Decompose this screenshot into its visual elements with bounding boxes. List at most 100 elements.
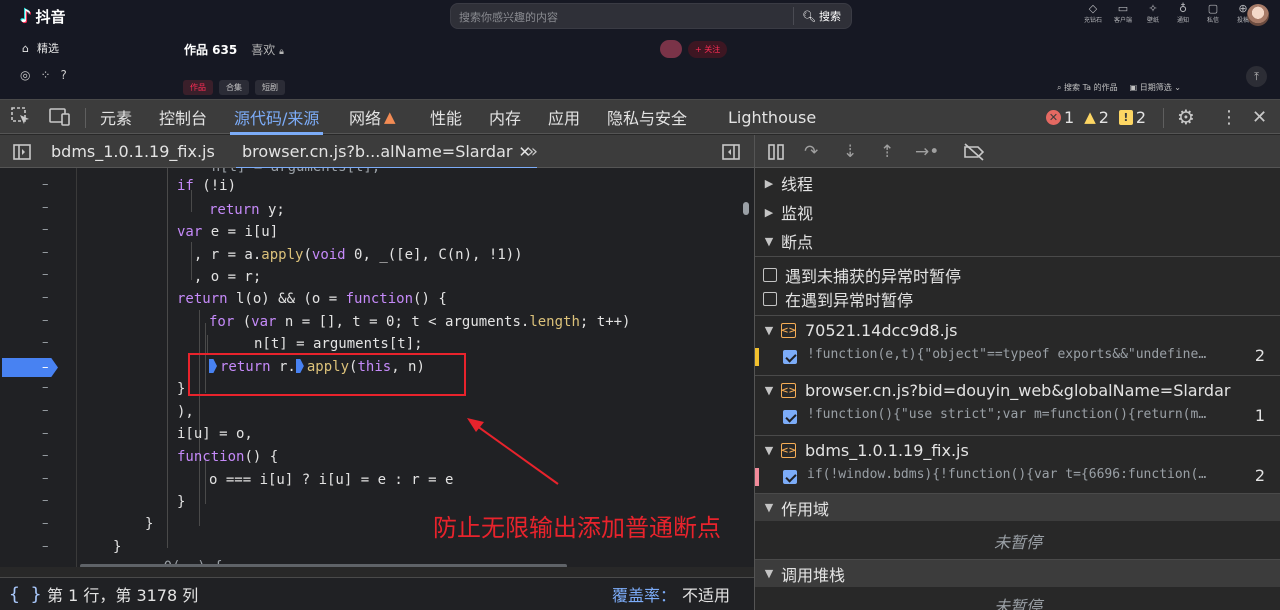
tab-memory[interactable]: 内存 — [489, 100, 521, 134]
breakpoint-entry[interactable]: !function(){"use strict";var m=function(… — [755, 402, 1280, 432]
target-icon[interactable]: ◎ — [20, 68, 30, 82]
breakpoint-checkbox[interactable] — [783, 410, 797, 424]
diamond-icon: ◇ — [1088, 2, 1098, 15]
pause-caught-checkbox[interactable]: 在遇到异常时暂停 — [763, 287, 913, 311]
issue-counters[interactable]: ✕ 1 ▲ 2 ! 2 — [1046, 100, 1146, 134]
section-watch[interactable]: ▶ 监视 — [755, 198, 1280, 226]
vertical-scrollbar[interactable] — [743, 202, 749, 215]
tab-likes[interactable]: 喜欢 🔒︎ — [251, 41, 284, 58]
gutter-line[interactable]: – — [0, 332, 77, 355]
gutter-line[interactable]: – — [0, 174, 77, 197]
search-button[interactable]: 🔍︎ 搜索 — [793, 7, 847, 25]
bp-file-header[interactable]: ▼ <> bdms_1.0.1.19_fix.js — [755, 435, 1280, 465]
top-icon-message[interactable]: ▢ 私信 — [1198, 2, 1228, 30]
pause-icon[interactable] — [767, 135, 785, 168]
follow-button[interactable]: + 关注 — [688, 40, 728, 58]
coverage-status[interactable]: 覆盖率： 不适用 — [612, 582, 730, 606]
code-editor[interactable]: – – – – – – – – – – – – – – – – – if (!i… — [0, 168, 754, 567]
more-tabs-icon[interactable]: » — [527, 135, 538, 168]
sidebar-item-featured[interactable]: ⌂ 精选 — [22, 40, 59, 56]
gutter-line[interactable]: – — [0, 513, 77, 536]
subtab-collections[interactable]: 合集 — [219, 80, 249, 95]
top-icon-notify[interactable]: ♁ 通知 — [1168, 2, 1198, 30]
step-icon[interactable]: →• — [915, 135, 939, 168]
gutter-line[interactable]: – — [0, 423, 77, 446]
gutter-line[interactable]: – — [0, 490, 77, 513]
toggle-debugger-icon[interactable] — [721, 135, 741, 168]
gutter-line[interactable]: – — [0, 242, 77, 265]
tab-lighthouse[interactable]: Lighthouse — [728, 100, 816, 134]
pretty-print-icon[interactable]: { } — [9, 584, 42, 605]
breakpoint-line: 1 — [1254, 406, 1265, 425]
top-icon-label: 私信 — [1206, 17, 1219, 24]
more-options-icon[interactable]: ⋮ — [1220, 100, 1238, 134]
top-icon-wallpaper[interactable]: ✧ 壁纸 — [1138, 2, 1168, 30]
gutter-line[interactable]: – — [0, 264, 77, 287]
grid-icon[interactable]: ⁘ — [40, 68, 50, 82]
code-token: for — [209, 314, 235, 330]
search-input[interactable] — [459, 8, 789, 26]
gutter-line[interactable]: – — [0, 400, 77, 423]
tab-sources[interactable]: 源代码/来源 — [229, 100, 324, 135]
toggle-navigator-icon[interactable] — [12, 135, 32, 168]
gutter-line[interactable]: – — [0, 377, 77, 400]
tab-performance[interactable]: 性能 — [430, 100, 462, 134]
close-icon[interactable]: ✕ — [1252, 100, 1267, 134]
bp-file-header[interactable]: ▼ <> 70521.14dcc9d8.js — [755, 315, 1280, 345]
deactivate-breakpoints-icon[interactable] — [962, 135, 986, 168]
sidebar-icons: ◎ ⁘ ? — [20, 68, 67, 82]
code-token: return — [209, 202, 260, 218]
gutter-line[interactable]: – — [0, 310, 77, 333]
line-gutter[interactable]: – – – – – – – – – – – – – – – – – — [0, 168, 77, 567]
step-out-icon[interactable]: ⇡ — [880, 135, 894, 168]
tab-works[interactable]: 作品 635 — [184, 41, 237, 58]
section-scope[interactable]: ▼ 作用域 — [755, 493, 1280, 521]
tab-application[interactable]: 应用 — [548, 100, 580, 134]
gutter-line[interactable]: – — [0, 468, 77, 491]
breakpoint-marker[interactable]: – — [2, 358, 58, 377]
gutter-line[interactable]: – — [0, 445, 77, 468]
device-toolbar-icon[interactable] — [47, 100, 71, 134]
section-threads[interactable]: ▶ 线程 — [755, 169, 1280, 197]
avatar[interactable] — [1247, 4, 1269, 26]
inspect-element-icon[interactable] — [10, 100, 32, 134]
help-icon[interactable]: ? — [61, 68, 67, 82]
gutter-line[interactable]: – — [0, 197, 77, 220]
tab-network[interactable]: 网络 ▲ — [349, 100, 396, 134]
checkbox-box — [763, 292, 777, 306]
top-icon-client[interactable]: ▭ 客户端 — [1108, 2, 1138, 30]
subtab-dramas[interactable]: 短剧 — [255, 80, 285, 95]
tab-elements[interactable]: 元素 — [100, 100, 132, 134]
breakpoint-entry[interactable]: !function(e,t){"object"==typeof exports&… — [755, 342, 1280, 372]
annotation-arrow-icon — [467, 418, 559, 485]
code-token: y; — [259, 202, 285, 218]
subtab-works[interactable]: 作品 — [183, 80, 213, 95]
breakpoint-checkbox[interactable] — [783, 350, 797, 364]
gear-icon[interactable]: ⚙ — [1177, 100, 1195, 134]
date-filter-button[interactable]: ▣ 日期筛选 ⌄ — [1130, 82, 1181, 93]
bp-file-header[interactable]: ▼ <> browser.cn.js?bid=douyin_web&globalNa… — [755, 375, 1280, 405]
horizontal-scrollbar[interactable] — [80, 564, 567, 567]
top-icon-diamond[interactable]: ◇ 充钻石 — [1078, 2, 1108, 30]
source-file-tabs: bdms_1.0.1.19_fix.js browser.cn.js?b...a… — [0, 135, 754, 169]
section-call-stack[interactable]: ▼ 调用堆栈 — [755, 559, 1280, 587]
douyin-logo[interactable]: ♪ 抖音 — [20, 6, 66, 27]
file-tab-browser[interactable]: browser.cn.js?b...alName=Slardar ✕ — [235, 135, 538, 169]
pause-uncaught-checkbox[interactable]: 遇到未捕获的异常时暂停 — [763, 263, 961, 287]
code-token: function — [345, 291, 414, 307]
section-breakpoints[interactable]: ▼ 断点 — [755, 227, 1280, 255]
back-to-top-icon[interactable]: ⤒ — [1246, 66, 1267, 87]
breakpoint-checkbox[interactable] — [783, 470, 797, 484]
bell-icon: ♁ — [1178, 2, 1188, 15]
gutter-line[interactable]: – — [0, 536, 77, 559]
tab-privacy-security[interactable]: 隐私与安全 — [607, 100, 687, 134]
search-works-button[interactable]: ⌕ 搜索 Ta 的作品 — [1057, 82, 1118, 93]
step-over-icon[interactable]: ↷ — [804, 135, 818, 168]
annotation-highlight-box — [188, 353, 466, 396]
step-into-icon[interactable]: ⇣ — [843, 135, 857, 168]
gutter-line[interactable]: – — [0, 287, 77, 310]
file-tab-bdms[interactable]: bdms_1.0.1.19_fix.js — [51, 135, 215, 168]
breakpoint-entry[interactable]: if(!window.bdms){!function(){var t={6696… — [755, 462, 1280, 492]
gutter-line[interactable]: – — [0, 219, 77, 242]
tab-console[interactable]: 控制台 — [159, 100, 207, 134]
